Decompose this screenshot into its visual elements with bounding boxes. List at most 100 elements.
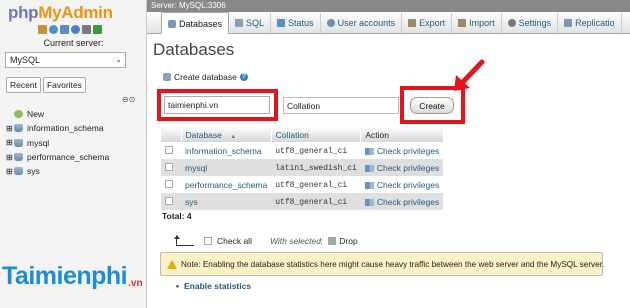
expand-icon[interactable]: ⊞ — [6, 124, 14, 133]
main-tabs: Databases SQL Status User accounts Expor… — [147, 12, 630, 34]
tab-status[interactable]: Status — [271, 13, 321, 33]
check-privileges-link[interactable]: Check privileges — [364, 163, 439, 173]
privileges-icon — [364, 147, 374, 155]
tree-item-mysql[interactable]: ⊞ mysql — [6, 136, 109, 150]
server-breadcrumb[interactable]: Server: MySQL:3306 — [151, 1, 226, 10]
database-link[interactable]: performance_schema — [185, 180, 267, 190]
database-link[interactable]: information_schema — [185, 146, 262, 156]
check-privileges-link[interactable]: Check privileges — [364, 146, 439, 156]
database-icon — [14, 124, 23, 133]
taimienphi-watermark: Taimienphi .vn — [2, 262, 143, 290]
bulk-actions: Check all With selected: Drop — [174, 234, 358, 246]
check-privileges-link[interactable]: Check privileges — [364, 197, 439, 207]
tab-sql[interactable]: SQL — [229, 13, 272, 33]
reload-icon[interactable] — [93, 25, 102, 34]
create-button[interactable]: Create — [410, 97, 454, 114]
database-icon — [168, 19, 176, 28]
table-row: mysql latin1_swedish_ci Check privileges — [161, 159, 444, 176]
new-db-icon — [14, 110, 23, 119]
settings-icon — [507, 19, 516, 27]
tab-databases[interactable]: Databases — [161, 12, 230, 34]
database-link[interactable]: sys — [185, 197, 198, 207]
tree-item-new[interactable]: New — [6, 107, 109, 121]
table-row: sys utf8_general_ci Check privileges — [161, 193, 444, 210]
database-link[interactable]: mysql — [185, 163, 207, 173]
database-icon — [14, 138, 23, 147]
sql-icon — [235, 19, 244, 27]
database-tree: New ⊞ information_schema ⊞ mysql ⊞ perfo… — [6, 107, 109, 178]
privileges-icon — [364, 181, 374, 189]
databases-table: Database ▲ Collation Action information_… — [161, 127, 444, 210]
help-icon[interactable]: ? — [239, 73, 248, 81]
link-with-main-icon[interactable]: ⊖⊙ — [122, 95, 135, 104]
page-title: Databases — [153, 40, 235, 59]
row-checkbox[interactable] — [165, 179, 173, 188]
database-icon — [14, 167, 23, 176]
expand-icon[interactable]: ⊞ — [6, 138, 14, 147]
warning-icon — [167, 259, 177, 269]
drop-icon — [328, 237, 337, 245]
create-database-heading: Create database ? — [163, 72, 248, 82]
table-row: performance_schema utf8_general_ci Check… — [161, 176, 444, 193]
favorites-tab[interactable]: Favorites — [42, 77, 86, 93]
navigation-panel: phpMyAdmin Current server: MySQL ⌄ Recen… — [0, 0, 147, 308]
collation-column-header[interactable]: Collation — [271, 127, 362, 142]
tree-item-sys[interactable]: ⊞ sys — [6, 164, 109, 178]
notice-box: Note: Enabling the database statistics h… — [160, 252, 605, 276]
arrow-up-icon — [174, 234, 194, 246]
notice-text: Note: Enabling the database statistics h… — [181, 259, 605, 269]
export-icon — [408, 19, 417, 27]
privileges-icon — [364, 198, 374, 206]
collation-value: utf8_general_ci — [275, 147, 348, 156]
home-icon[interactable] — [38, 25, 47, 34]
with-selected-label: With selected: — [269, 236, 324, 246]
database-icon — [14, 153, 23, 162]
recent-tab[interactable]: Recent — [6, 77, 41, 93]
replication-icon — [564, 19, 573, 27]
query-window-icon[interactable] — [60, 25, 69, 34]
row-checkbox[interactable] — [165, 145, 173, 154]
action-column-header: Action — [360, 127, 444, 142]
tab-user-accounts[interactable]: User accounts — [321, 13, 403, 33]
drop-button[interactable]: Drop — [339, 236, 357, 246]
tab-settings[interactable]: Settings — [502, 13, 559, 33]
row-checkbox[interactable] — [165, 196, 173, 205]
collation-value: utf8_general_ci — [275, 198, 348, 207]
expand-icon[interactable]: ⊞ — [6, 153, 14, 162]
settings-icon[interactable] — [82, 25, 91, 34]
tree-item-information-schema[interactable]: ⊞ information_schema — [6, 121, 109, 135]
quick-links — [38, 25, 102, 34]
red-arrow-annotation — [454, 59, 485, 91]
docs-icon[interactable] — [71, 25, 80, 34]
phpmyadmin-logo[interactable]: phpMyAdmin — [8, 3, 113, 23]
table-row: information_schema utf8_general_ci Check… — [161, 142, 444, 159]
check-all-label[interactable]: Check all — [217, 236, 252, 246]
collation-value: utf8_general_ci — [275, 181, 348, 190]
expand-icon[interactable]: ⊞ — [6, 167, 14, 176]
database-column-header[interactable]: Database ▲ — [181, 127, 272, 142]
status-icon — [277, 19, 286, 27]
current-server-label: Current server: — [43, 38, 104, 48]
total-count: Total: 4 — [162, 211, 192, 221]
collation-select[interactable]: Collation — [283, 97, 399, 114]
check-all-checkbox[interactable] — [204, 237, 212, 245]
check-privileges-link[interactable]: Check privileges — [364, 180, 439, 190]
logout-icon[interactable] — [49, 25, 58, 34]
server-select[interactable]: MySQL ⌄ — [5, 52, 126, 68]
tab-export[interactable]: Export — [402, 13, 453, 33]
sort-asc-icon: ▲ — [230, 133, 237, 140]
new-database-icon — [163, 73, 171, 81]
chevron-down-icon: ⌄ — [115, 55, 122, 64]
database-name-input[interactable]: taimienphi.vn — [164, 96, 270, 114]
select-column-header — [161, 127, 182, 142]
tab-import[interactable]: Import — [452, 13, 502, 33]
tab-replication[interactable]: Replicatio — [558, 13, 622, 33]
users-icon — [326, 19, 335, 27]
enable-statistics-link[interactable]: Enable statistics — [176, 281, 251, 291]
privileges-icon — [364, 164, 374, 172]
collation-value: latin1_swedish_ci — [275, 164, 357, 173]
breadcrumb: Server: MySQL:3306 — [147, 0, 630, 12]
row-checkbox[interactable] — [165, 162, 173, 171]
import-icon — [458, 19, 467, 27]
tree-item-performance-schema[interactable]: ⊞ performance_schema — [6, 150, 109, 164]
